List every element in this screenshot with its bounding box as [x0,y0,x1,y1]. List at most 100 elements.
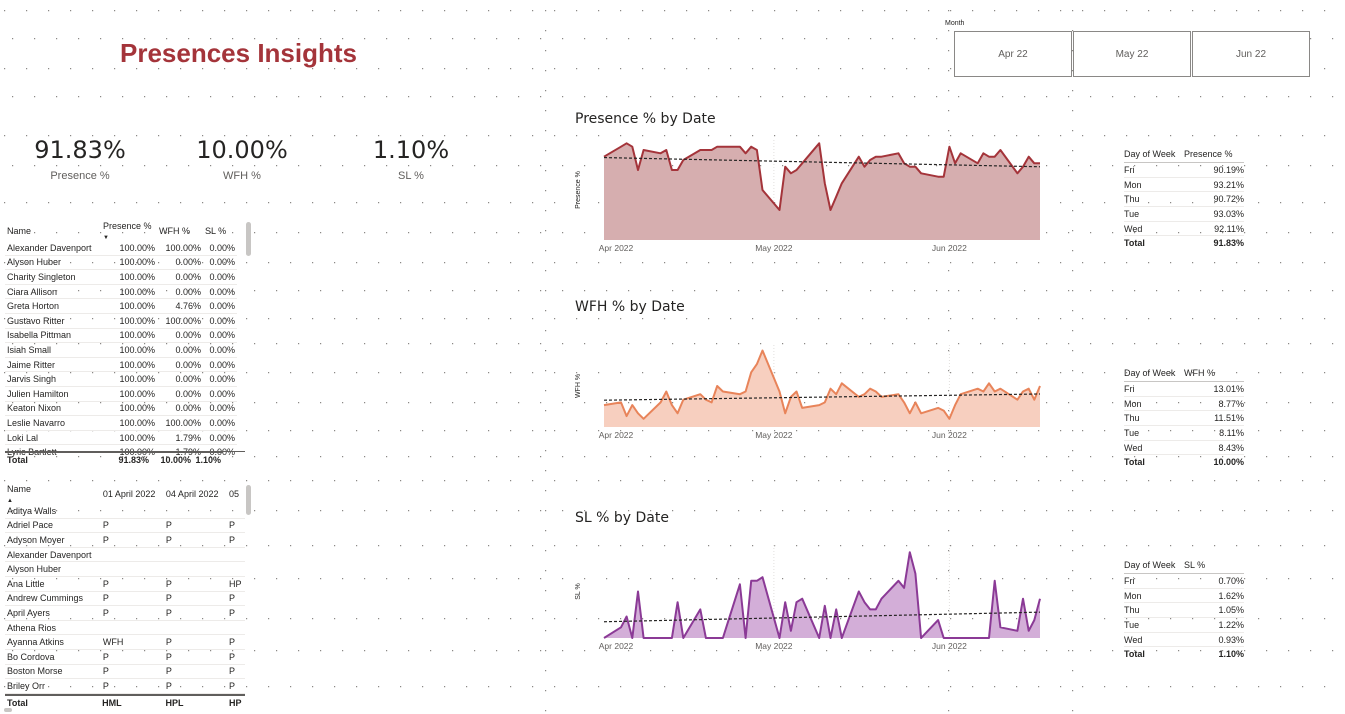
dow-value-cell: 90.19% [1184,162,1244,178]
employee-cell: 0.00% [203,401,237,417]
col-header-wfh[interactable]: WFH % [157,221,203,241]
dow-value-cell: 93.03% [1184,206,1244,222]
employee-row[interactable]: Jarvis Singh 100.00% 0.00% 0.00% [5,371,237,387]
attendance-matrix-scrollbar[interactable] [246,485,251,515]
employee-row[interactable]: Julien Hamilton 100.00% 0.00% 0.00% [5,386,237,402]
dow-row[interactable]: Fri 90.19% [1124,162,1244,178]
attendance-cell: Bo Cordova [5,649,101,665]
dow-value-cell: 10.00% [1213,457,1244,468]
dow-row[interactable]: Fri 0.70% [1124,573,1244,589]
attendance-row[interactable]: Andrew Cummings P P P [5,591,245,607]
dow-row[interactable]: Mon 93.21% [1124,177,1244,193]
employee-row[interactable]: Leslie Navarro 100.00% 100.00% 0.00% [5,415,237,431]
attendance-cell [100,547,164,563]
employee-cell: 0.00% [157,386,203,402]
attendance-cell: P [227,634,245,650]
employee-row[interactable]: Isabella Pittman 100.00% 0.00% 0.00% [5,328,237,344]
attendance-row[interactable]: Ana Little P P HP [5,576,245,592]
attendance-row[interactable]: Alyson Huber [5,561,245,577]
attendance-row[interactable]: Briley Orr P P P [5,678,245,694]
dow-presence-col-value[interactable]: Presence % [1184,147,1244,163]
employee-cell: 0.00% [157,284,203,300]
employee-row[interactable]: Alexander Davenport 100.00% 100.00% 0.00% [5,241,237,256]
employee-cell: 0.00% [157,357,203,373]
col-header-sl[interactable]: SL % [203,221,237,241]
dow-wfh-col-day[interactable]: Day of Week [1124,366,1184,382]
attendance-row[interactable]: Alexander Davenport [5,547,245,563]
matrix-col-date-3[interactable]: 05 [227,484,245,504]
dow-wfh-col-value[interactable]: WFH % [1184,366,1244,382]
employee-row[interactable]: Isiah Small 100.00% 0.00% 0.00% [5,342,237,358]
attendance-cell: Aditya Walls [5,504,101,519]
total-presence: 91.83% [101,451,151,467]
dow-sl-col-day[interactable]: Day of Week [1124,558,1184,574]
attendance-row[interactable]: Aditya Walls [5,504,245,519]
employee-row[interactable]: Alyson Huber 100.00% 0.00% 0.00% [5,255,237,271]
dow-row[interactable]: Mon 1.62% [1124,588,1244,604]
dow-total-row[interactable]: Total 10.00% [1124,455,1244,469]
slicer-option-may[interactable]: May 22 [1073,31,1191,77]
dow-row[interactable]: Fri 13.01% [1124,381,1244,397]
employee-row[interactable]: Loki Lal 100.00% 1.79% 0.00% [5,430,237,446]
employee-cell: Keaton Nixon [5,401,101,417]
attendance-cell [163,547,228,563]
employee-cell: Charity Singleton [5,269,101,285]
dow-presence-col-day[interactable]: Day of Week [1124,147,1184,163]
attendance-matrix-hscrollbar[interactable] [4,708,12,712]
attendance-row[interactable]: Adriel Pace P P P [5,518,245,534]
employee-cell: 0.00% [203,430,237,446]
dow-row[interactable]: Wed 92.11% [1124,221,1244,237]
attendance-cell [227,504,245,519]
dow-row[interactable]: Thu 1.05% [1124,602,1244,619]
col-header-name[interactable]: Name [5,221,101,241]
matrix-col-date-1[interactable]: 01 April 2022 [101,484,164,504]
dow-row[interactable]: Tue 93.03% [1124,206,1244,222]
attendance-cell: P [100,532,164,548]
employee-cell: 0.00% [157,328,203,344]
dow-row[interactable]: Thu 90.72% [1124,191,1244,208]
attendance-row[interactable]: Ayanna Atkins WFH P P [5,634,245,650]
matrix-col-date-2[interactable]: 04 April 2022 [164,484,227,504]
attendance-row[interactable]: Athena Rios [5,620,245,636]
employee-row[interactable]: Jaime Ritter 100.00% 0.00% 0.00% [5,357,237,373]
employee-cell: 0.00% [157,342,203,358]
dow-row[interactable]: Thu 11.51% [1124,410,1244,427]
attendance-matrix-total: Total HML HPL HP [5,694,245,710]
matrix-total-1: HML [100,694,164,710]
employee-row[interactable]: Greta Horton 100.00% 4.76% 0.00% [5,298,237,314]
slicer-option-apr[interactable]: Apr 22 [954,31,1072,77]
attendance-cell: P [100,518,164,534]
dow-row[interactable]: Wed 0.93% [1124,632,1244,648]
slicer-option-jun[interactable]: Jun 22 [1192,31,1310,77]
dow-row[interactable]: Tue 8.11% [1124,425,1244,441]
dow-day-cell: Thu [1124,191,1184,208]
employee-total-row: Total 91.83% 10.00% 1.10% [5,451,223,467]
employee-cell: 4.76% [157,298,203,314]
employee-row[interactable]: Charity Singleton 100.00% 0.00% 0.00% [5,269,237,285]
attendance-row[interactable]: Adyson Moyer P P P [5,532,245,548]
attendance-row[interactable]: Boston Morse P P P [5,664,245,680]
dow-total-row[interactable]: Total 1.10% [1124,647,1244,661]
attendance-cell: P [163,664,228,680]
employee-cell: 0.00% [157,401,203,417]
matrix-col-name[interactable]: Name ▲ [5,484,101,504]
chart-title-presence: Presence % by Date [575,111,716,127]
dow-row[interactable]: Wed 8.43% [1124,440,1244,456]
employee-row[interactable]: Ciara Allison 100.00% 0.00% 0.00% [5,284,237,300]
dow-total-row[interactable]: Total 91.83% [1124,236,1244,250]
attendance-row[interactable]: Bo Cordova P P P [5,649,245,665]
employee-row[interactable]: Keaton Nixon 100.00% 0.00% 0.00% [5,401,237,417]
attendance-cell: Briley Orr [5,678,101,694]
total-sl: 1.10% [193,451,223,467]
dow-row[interactable]: Tue 1.22% [1124,617,1244,633]
attendance-row[interactable]: April Ayers P P P [5,605,245,621]
dow-sl-col-value[interactable]: SL % [1184,558,1244,574]
dow-day-cell: Fri [1124,381,1184,397]
attendance-cell [163,561,228,577]
dow-value-cell: 8.77% [1184,396,1244,412]
attendance-matrix-grid: Name ▲ 01 April 2022 04 April 2022 05 Adi… [5,484,245,694]
employee-row[interactable]: Gustavo Ritter 100.00% 100.00% 0.00% [5,313,237,329]
dow-row[interactable]: Mon 8.77% [1124,396,1244,412]
employee-table-scrollbar[interactable] [246,222,251,256]
col-header-presence[interactable]: Presence % ▼ [101,221,157,241]
